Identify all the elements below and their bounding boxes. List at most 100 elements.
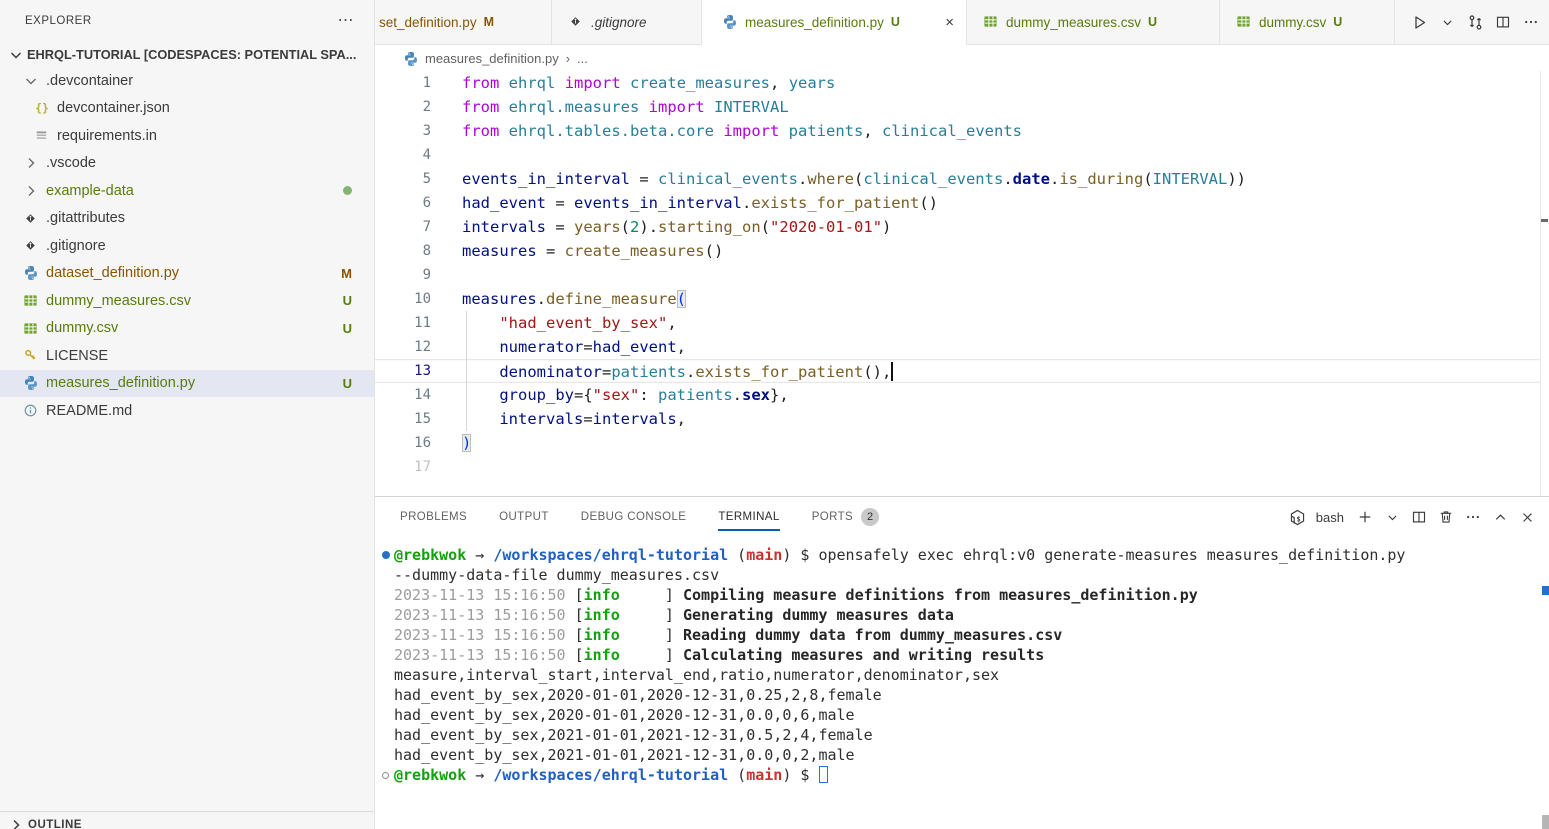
line-number: 2 [375,99,431,115]
new-terminal-button[interactable] [1353,505,1377,529]
tab-measures-definition-py[interactable]: measures_definition.pyU× [702,0,967,45]
editor-more-actions-button[interactable] [1519,10,1543,34]
code-line-15[interactable]: 15 intervals=intervals, [375,407,1540,431]
code-line-6[interactable]: 6had_event = events_in_interval.exists_f… [375,191,1540,215]
svg-text:{}: {} [35,101,49,115]
tree-folder--devcontainer[interactable]: .devcontainer [0,67,374,95]
panel-more-actions-button[interactable] [1461,505,1485,529]
line-number: 5 [375,171,431,187]
code-text: from ehrql import create_measures, years [462,74,835,92]
tree-file-devcontainer-json[interactable]: {}devcontainer.json [0,95,374,123]
terminal-line-11: had_event_by_sex,2021-01-01,2021-12-31,0… [375,745,1549,765]
workspace-root-folder[interactable]: EHRQL-TUTORIAL [CODESPACES: POTENTIAL SP… [0,42,374,67]
panel-tab-problems[interactable]: PROBLEMS [400,497,467,537]
code-line-3[interactable]: 3from ehrql.tables.beta.core import pati… [375,119,1540,143]
tree-file--gitattributes[interactable]: .gitattributes [0,205,374,233]
code-text: intervals=intervals, [462,410,686,428]
command-decoration-icon[interactable] [382,551,390,559]
line-number: 8 [375,243,431,259]
line-number: 17 [375,459,431,475]
terminal[interactable]: @rebkwok → /workspaces/ehrql-tutorial (m… [375,537,1549,829]
git-status-badge: U [343,321,352,336]
line-number: 7 [375,219,431,235]
code-line-14[interactable]: 14 group_by={"sex": patients.sex}, [375,383,1540,407]
outline-section-header[interactable]: OUTLINE [0,811,374,829]
terminal-text: 2023-11-13 15:16:50 [info ] Reading dumm… [394,626,1062,644]
info-file-icon [22,403,39,419]
file-label: README.md [46,403,132,419]
close-panel-button[interactable] [1515,505,1539,529]
line-number: 11 [375,315,431,331]
tree-folder-example-data[interactable]: example-data [0,177,374,205]
panel-tab-terminal[interactable]: TERMINAL [718,497,779,537]
code-text: group_by={"sex": patients.sex}, [462,386,789,404]
tab-label: dummy.csv [1259,15,1326,30]
tree-file-readme-md[interactable]: README.md [0,397,374,425]
code-line-5[interactable]: 5events_in_interval = clinical_events.wh… [375,167,1540,191]
breadcrumb-file[interactable]: measures_definition.py [425,51,559,66]
panel-tabs: PROBLEMS OUTPUT DEBUG CONSOLE TERMINAL PORTS… [400,497,879,537]
terminal-text: 2023-11-13 15:16:50 [info ] Generating d… [394,606,954,624]
code-line-2[interactable]: 2from ehrql.measures import INTERVAL [375,95,1540,119]
run-dropdown-button[interactable] [1435,10,1459,34]
code-line-10[interactable]: 10measures.define_measure( [375,287,1540,311]
line-number: 4 [375,147,431,163]
tab-dummy-csv[interactable]: dummy.csvU [1220,0,1395,45]
tree-folder--vscode[interactable]: .vscode [0,150,374,178]
tab--gitignore[interactable]: .gitignore [552,0,702,45]
tree-file-measures-definition-py[interactable]: measures_definition.py U [0,370,374,398]
tab-label: .gitignore [591,15,647,30]
tab-git-badge: M [484,15,494,29]
open-changes-button[interactable] [1463,10,1487,34]
code-line-4[interactable]: 4 [375,143,1540,167]
tree-file-dummy-csv[interactable]: dummy.csvU [0,315,374,343]
svg-text:$: $ [1297,515,1301,523]
file-label: measures_definition.py [46,375,195,391]
code-line-17[interactable]: 17 [375,455,1540,479]
close-tab-icon[interactable]: × [943,14,956,31]
tree-file-license[interactable]: LICENSE [0,342,374,370]
shell-name[interactable]: bash [1316,510,1344,525]
code-line-8[interactable]: 8measures = create_measures() [375,239,1540,263]
code-line-16[interactable]: 16) [375,431,1540,455]
breadcrumb-symbol[interactable]: ... [577,51,588,66]
tree-file--gitignore[interactable]: .gitignore [0,232,374,260]
file-label: LICENSE [46,348,108,364]
code-line-9[interactable]: 9 [375,263,1540,287]
terminal-text: @rebkwok → /workspaces/ehrql-tutorial (m… [394,546,1405,564]
run-python-file-button[interactable] [1407,10,1431,34]
terminal-text: 2023-11-13 15:16:50 [info ] Compiling me… [394,586,1198,604]
terminal-line-1: @rebkwok → /workspaces/ehrql-tutorial (m… [375,545,1549,565]
chevron-right-icon [8,817,24,829]
prompt-decoration-icon[interactable] [382,772,389,779]
python-file-icon [22,375,39,391]
code-line-12[interactable]: 12 numerator=had_event, [375,335,1540,359]
tree-file-requirements-in[interactable]: requirements.in [0,122,374,150]
panel-tab-label: PROBLEMS [400,511,467,523]
code-line-7[interactable]: 7intervals = years(2).starting_on("2020-… [375,215,1540,239]
tree-file-dataset-definition-py[interactable]: dataset_definition.pyM [0,260,374,288]
panel-tab-debug-console[interactable]: DEBUG CONSOLE [581,497,687,537]
tab-dummy-measures-csv[interactable]: dummy_measures.csvU [967,0,1220,45]
code-line-13[interactable]: 13 denominator=patients.exists_for_patie… [375,359,1540,383]
terminal-text: @rebkwok → /workspaces/ehrql-tutorial (m… [394,766,828,784]
code-line-11[interactable]: 11 "had_event_by_sex", [375,311,1540,335]
tab-git-badge: U [1148,15,1157,29]
terminal-scrollbar-thumb[interactable] [1542,815,1549,829]
code-lines: 1from ehrql import create_measures, year… [375,71,1549,479]
split-editor-button[interactable] [1491,10,1515,34]
kill-terminal-button[interactable] [1434,505,1458,529]
code-editor[interactable]: 1from ehrql import create_measures, year… [375,71,1549,496]
code-line-1[interactable]: 1from ehrql import create_measures, year… [375,71,1540,95]
git-status-badge: U [343,376,352,391]
panel-tab-output[interactable]: OUTPUT [499,497,549,537]
explorer-more-actions-icon[interactable]: ⋯ [338,16,355,26]
tab-set-definition-py[interactable]: set_definition.pyM [375,0,552,45]
csv-file-icon [22,293,39,309]
terminal-profile-dropdown[interactable] [1380,505,1404,529]
tree-file-dummy-measures-csv[interactable]: dummy_measures.csvU [0,287,374,315]
maximize-panel-button[interactable] [1488,505,1512,529]
split-terminal-button[interactable] [1407,505,1431,529]
line-number: 10 [375,291,431,307]
panel-tab-ports[interactable]: PORTS2 [812,497,879,537]
